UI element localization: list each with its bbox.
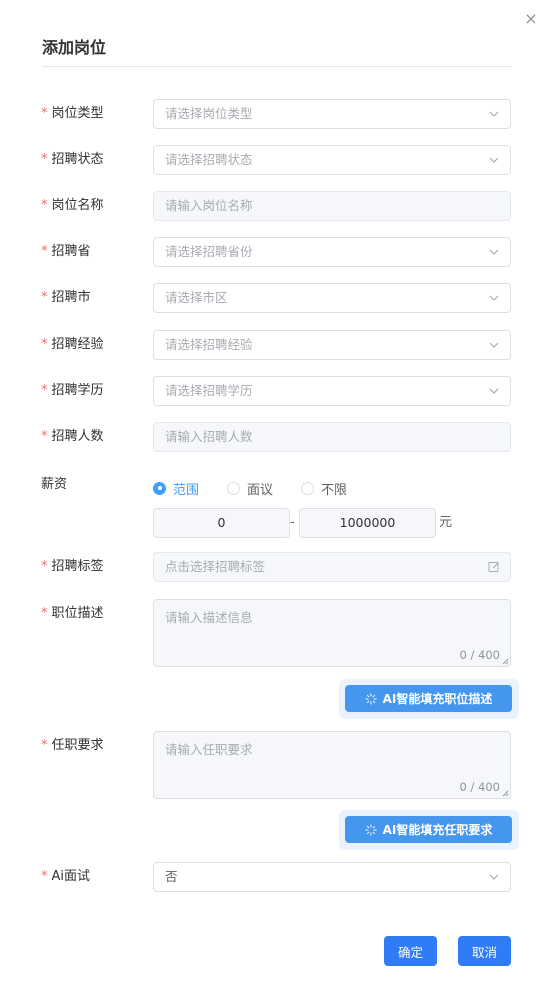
- chevron-down-icon: [488, 238, 500, 266]
- sparkle-icon: [365, 693, 377, 704]
- close-icon[interactable]: ×: [522, 10, 540, 28]
- province-label: * 招聘省: [41, 244, 91, 259]
- chevron-down-icon: [488, 377, 500, 405]
- tags-input[interactable]: 点击选择招聘标签: [153, 552, 511, 582]
- resize-grip-icon[interactable]: [502, 790, 509, 797]
- add-post-dialog: × 添加岗位 * 岗位类型 请选择岗位类型 * 招聘状态 请选择招聘状态 * 岗位名称…: [0, 0, 552, 985]
- city-placeholder: 请选择市区: [165, 290, 228, 305]
- chevron-down-icon: [488, 100, 500, 128]
- dialog-title: 添加岗位: [42, 38, 107, 57]
- headcount-input[interactable]: 请输入招聘人数: [153, 422, 511, 452]
- salary-unit: 元: [439, 515, 453, 530]
- salary-radio-range[interactable]: 范围: [153, 479, 199, 498]
- post-type-select[interactable]: 请选择岗位类型: [153, 99, 511, 129]
- headcount-label: * 招聘人数: [41, 429, 104, 444]
- recruit-status-label: * 招聘状态: [41, 152, 104, 167]
- post-name-input[interactable]: 请输入岗位名称: [153, 191, 511, 221]
- salary-radio-unlimited[interactable]: 不限: [301, 479, 347, 498]
- ai-interview-label: * Ai面试: [41, 869, 91, 884]
- post-name-label: * 岗位名称: [41, 198, 104, 213]
- post-type-label: * 岗位类型: [41, 106, 104, 121]
- post-type-placeholder: 请选择岗位类型: [165, 106, 253, 121]
- edit-icon: [488, 562, 499, 572]
- salary-min-input[interactable]: 0: [153, 508, 290, 538]
- description-placeholder: 请输入描述信息: [165, 610, 253, 625]
- ai-interview-value: 否: [165, 869, 178, 884]
- chevron-down-icon: [488, 146, 500, 174]
- title-divider: [42, 66, 512, 67]
- tags-label: * 招聘标签: [41, 559, 104, 574]
- salary-label: 薪资: [41, 477, 68, 492]
- city-select[interactable]: 请选择市区: [153, 283, 511, 313]
- radio-unchecked-icon: [227, 481, 241, 495]
- ai-fill-requirements-button[interactable]: AI智能填充任职要求: [345, 816, 512, 843]
- cancel-button[interactable]: 取消: [458, 936, 511, 966]
- post-name-placeholder: 请输入岗位名称: [165, 198, 253, 213]
- province-placeholder: 请选择招聘省份: [165, 244, 253, 259]
- education-select[interactable]: 请选择招聘学历: [153, 376, 511, 406]
- ai-fill-description-wrap: AI智能填充职位描述: [339, 679, 519, 719]
- salary-radio-negotiable[interactable]: 面议: [227, 479, 273, 498]
- tags-placeholder: 点击选择招聘标签: [165, 559, 266, 574]
- description-label: * 职位描述: [41, 606, 104, 621]
- recruit-status-placeholder: 请选择招聘状态: [165, 152, 253, 167]
- salary-range-separator: -: [290, 515, 295, 530]
- ai-interview-select[interactable]: 否: [153, 862, 511, 892]
- confirm-button[interactable]: 确定: [384, 936, 437, 966]
- experience-select[interactable]: 请选择招聘经验: [153, 330, 511, 360]
- city-label: * 招聘市: [41, 290, 91, 305]
- salary-max-input[interactable]: 1000000: [299, 508, 436, 538]
- ai-fill-requirements-wrap: AI智能填充任职要求: [339, 810, 519, 850]
- requirements-counter: 0 / 400: [459, 780, 500, 794]
- requirements-placeholder: 请输入任职要求: [165, 742, 253, 757]
- radio-checked-icon: [153, 481, 166, 495]
- education-label: * 招聘学历: [41, 383, 104, 398]
- requirements-textarea[interactable]: 请输入任职要求 0 / 400: [153, 731, 511, 799]
- sparkle-icon: [365, 824, 377, 835]
- experience-label: * 招聘经验: [41, 337, 104, 352]
- experience-placeholder: 请选择招聘经验: [165, 337, 253, 352]
- headcount-placeholder: 请输入招聘人数: [165, 429, 253, 444]
- description-counter: 0 / 400: [459, 648, 500, 662]
- education-placeholder: 请选择招聘学历: [165, 383, 253, 398]
- requirements-label: * 任职要求: [41, 738, 104, 753]
- ai-fill-description-button[interactable]: AI智能填充职位描述: [345, 685, 512, 712]
- chevron-down-icon: [488, 863, 500, 891]
- chevron-down-icon: [488, 284, 500, 312]
- chevron-down-icon: [488, 331, 500, 359]
- province-select[interactable]: 请选择招聘省份: [153, 237, 511, 267]
- resize-grip-icon[interactable]: [502, 658, 509, 665]
- radio-unchecked-icon: [301, 481, 315, 495]
- recruit-status-select[interactable]: 请选择招聘状态: [153, 145, 511, 175]
- description-textarea[interactable]: 请输入描述信息 0 / 400: [153, 599, 511, 667]
- salary-radio-group: 范围 面议 不限: [153, 479, 375, 498]
